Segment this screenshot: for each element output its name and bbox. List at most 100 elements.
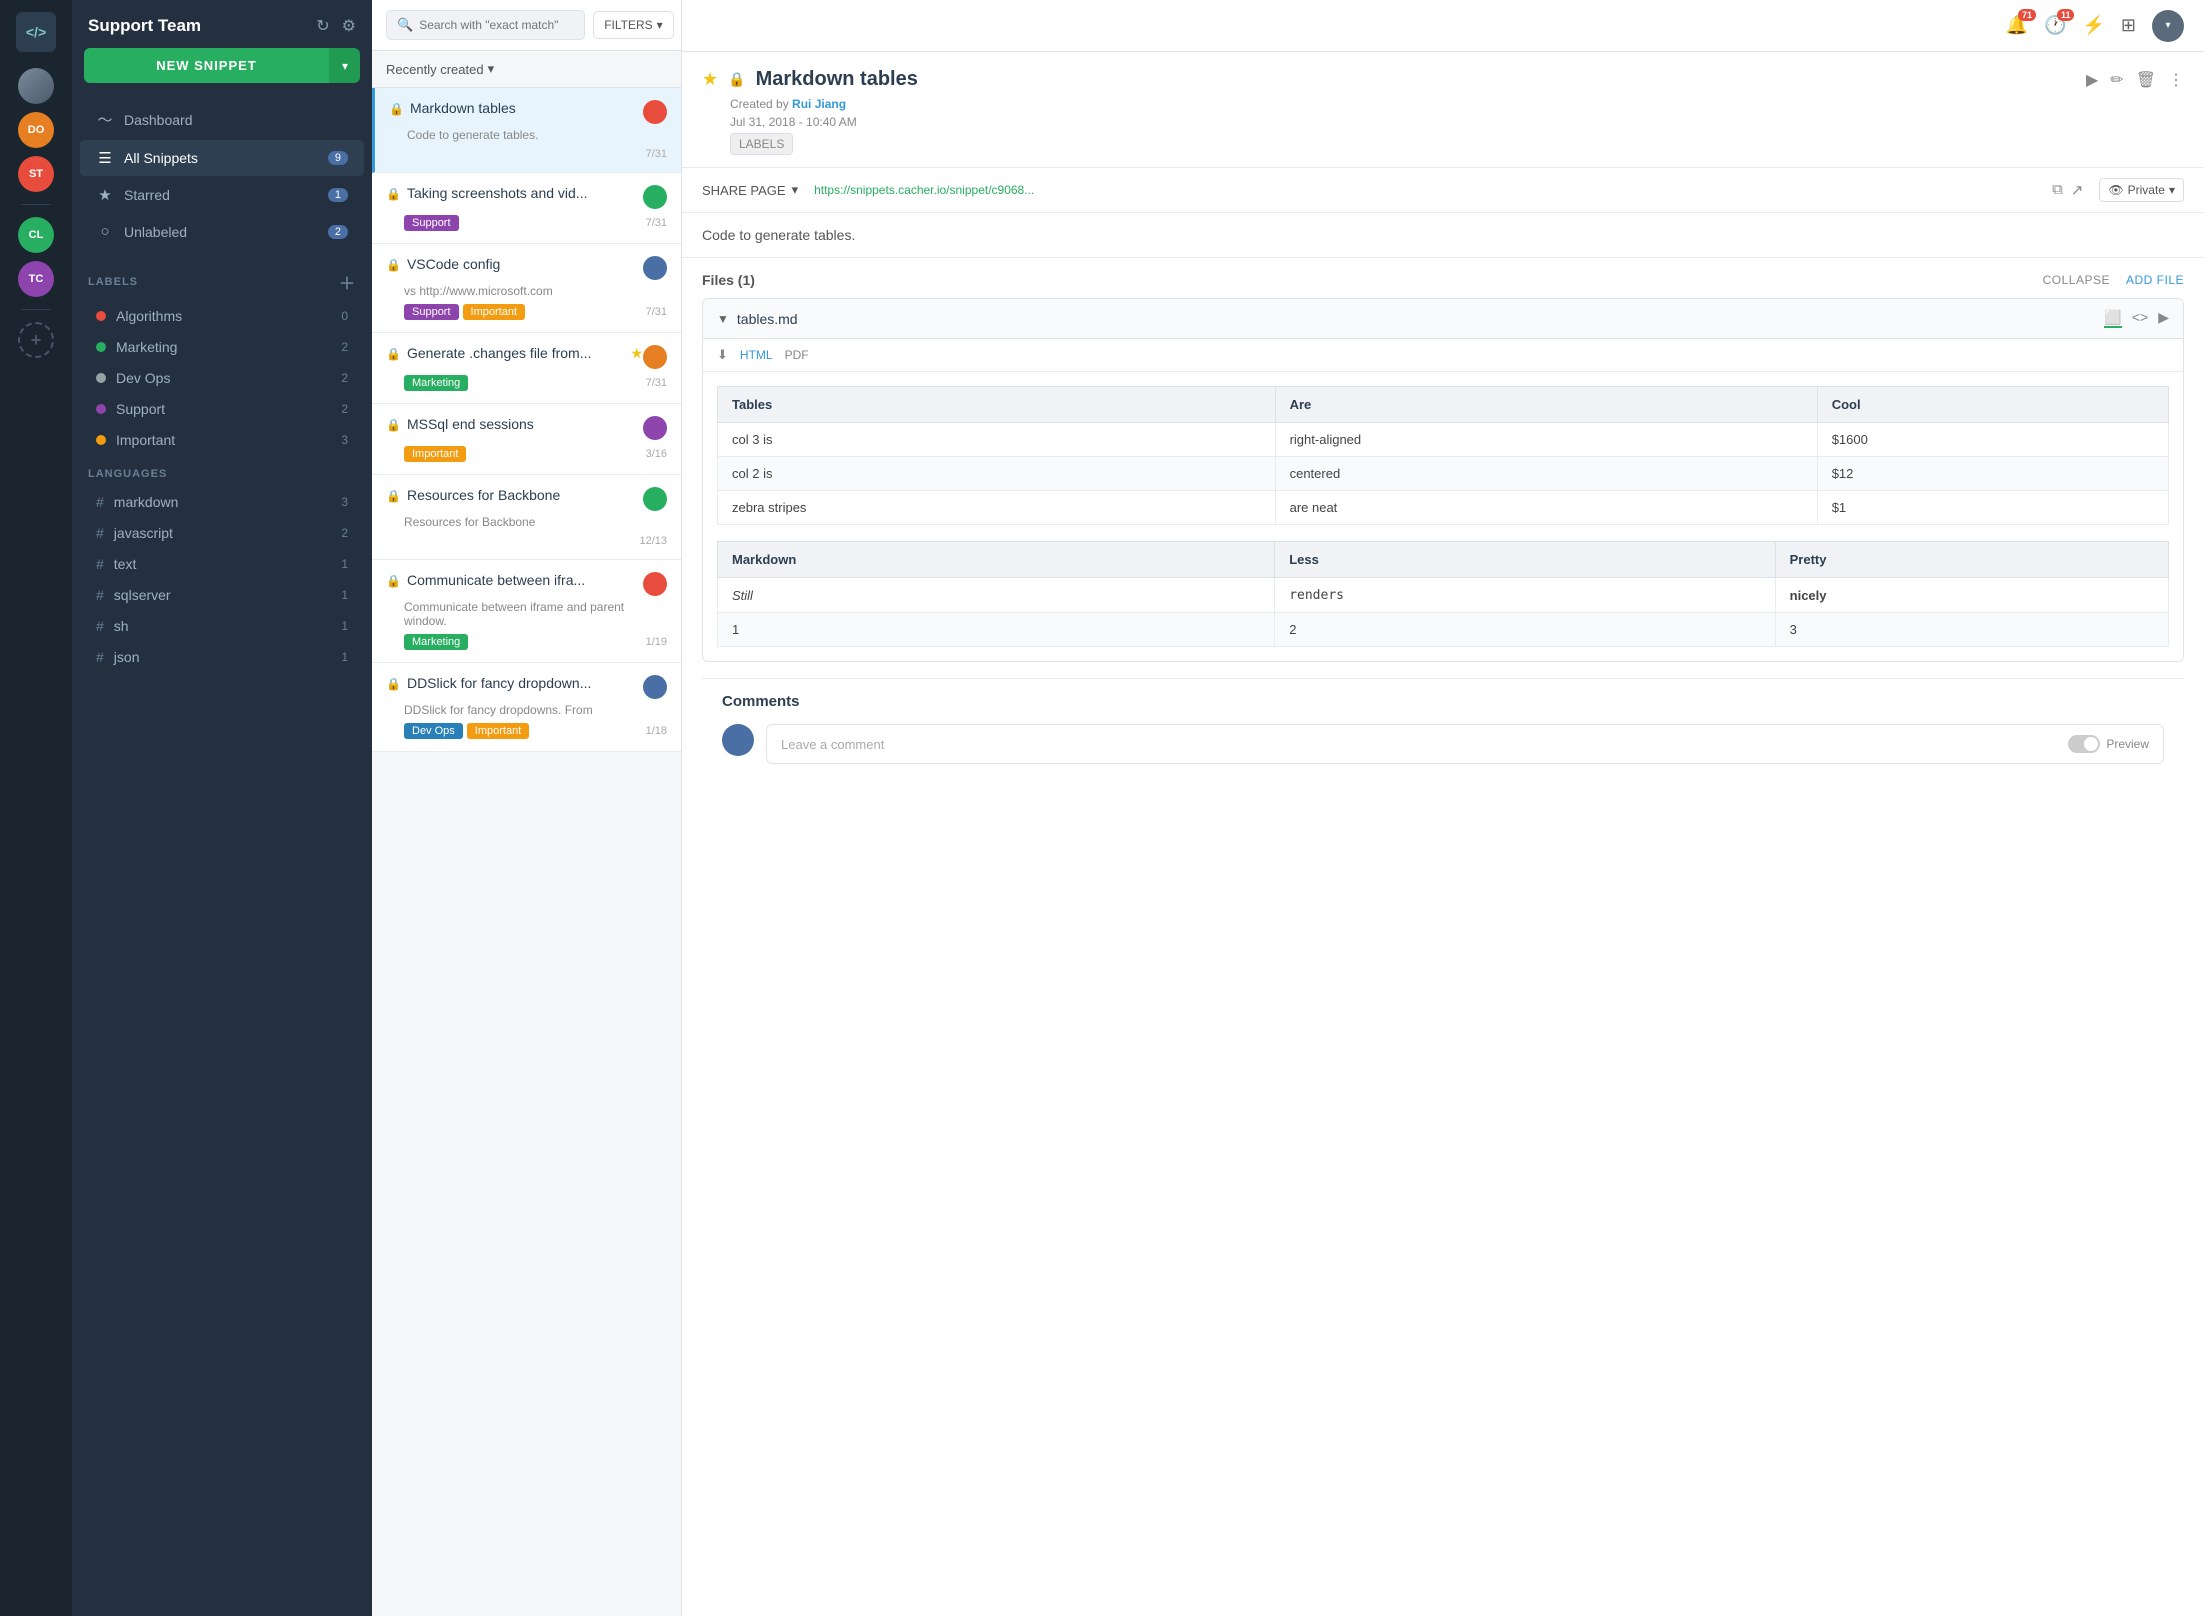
table-cell: nicely: [1775, 578, 2168, 613]
comment-input-box[interactable]: Leave a comment Preview: [766, 724, 2164, 764]
edit-icon[interactable]: ✏: [2110, 70, 2123, 90]
tag: Important: [467, 723, 529, 739]
preview-toggle-switch[interactable]: [2068, 735, 2100, 753]
table-row: col 3 is right-aligned $1600: [718, 423, 2169, 457]
copy-icon[interactable]: ⧉: [2052, 181, 2063, 199]
snippet-item[interactable]: 🔒 VSCode config vs http://www.microsoft.…: [372, 244, 681, 333]
star-icon: ★: [630, 345, 643, 362]
sidebar-item-unlabeled[interactable]: ○ Unlabeled 2: [80, 214, 364, 249]
eye-icon: 👁: [2108, 183, 2123, 197]
clock-badge: 11: [2057, 9, 2075, 21]
lang-count: 1: [341, 588, 348, 602]
snippet-item[interactable]: 🔒 Resources for Backbone Resources for B…: [372, 475, 681, 560]
avatar-cl[interactable]: CL: [18, 217, 54, 253]
table-cell: $1: [1817, 491, 2168, 525]
file-header: ▼ tables.md ⬜ <> ▶: [703, 299, 2183, 339]
activity-icon[interactable]: 🔔 71: [2006, 15, 2028, 36]
tag: Marketing: [404, 634, 468, 650]
lang-name: markdown: [114, 494, 332, 510]
snippet-item[interactable]: 🔒 MSSql end sessions Important 3/16: [372, 404, 681, 475]
table-cell: $1600: [1817, 423, 2168, 457]
table-cell: 3: [1775, 613, 2168, 647]
table-cell: $12: [1817, 457, 2168, 491]
snippet-item[interactable]: 🔒 Markdown tables Code to generate table…: [372, 88, 681, 173]
code-icon[interactable]: <>: [2132, 309, 2148, 328]
all-snippets-count: 9: [328, 151, 348, 165]
lock-icon: 🔒: [386, 677, 401, 691]
detail-star-icon[interactable]: ★: [702, 69, 718, 90]
add-team-button[interactable]: +: [18, 322, 54, 358]
sidebar-item-starred[interactable]: ★ Starred 1: [80, 177, 364, 213]
lang-item-markdown[interactable]: # markdown 3: [80, 487, 364, 517]
dashboard-icon: 〜: [96, 109, 114, 130]
label-item-support[interactable]: Support 2: [80, 394, 364, 424]
snippet-date: 7/31: [646, 217, 667, 229]
avatar-st[interactable]: ST: [18, 156, 54, 192]
detail-datetime: Jul 31, 2018 - 10:40 AM: [730, 115, 2184, 129]
snippet-item[interactable]: ★ 🔒 Generate .changes file from... Marke…: [372, 333, 681, 404]
settings-icon[interactable]: ⚙: [342, 16, 356, 36]
file-chevron-icon[interactable]: ▼: [717, 312, 729, 326]
more-icon[interactable]: ⋮: [2168, 70, 2184, 90]
download-icon[interactable]: ⬇: [717, 347, 728, 363]
preview-icon[interactable]: ⬜: [2104, 309, 2121, 328]
lang-item-sh[interactable]: # sh 1: [80, 611, 364, 641]
new-snippet-dropdown-button[interactable]: ▾: [329, 48, 360, 83]
run-icon[interactable]: ▶: [2158, 309, 2169, 328]
main-avatar[interactable]: [18, 68, 54, 104]
languages-section-header: LANGUAGES: [72, 456, 372, 486]
labels-header-text: LABELS: [88, 276, 138, 288]
lang-item-sqlserver[interactable]: # sqlserver 1: [80, 580, 364, 610]
open-link-icon[interactable]: ↗: [2071, 181, 2084, 199]
feed-icon[interactable]: ⚡: [2082, 15, 2104, 36]
lang-item-javascript[interactable]: # javascript 2: [80, 518, 364, 548]
label-item-algorithms[interactable]: Algorithms 0: [80, 301, 364, 331]
search-input[interactable]: [419, 18, 574, 32]
label-item-marketing[interactable]: Marketing 2: [80, 332, 364, 362]
pdf-download-link[interactable]: PDF: [785, 348, 809, 362]
delete-icon[interactable]: 🗑: [2136, 70, 2156, 90]
snippet-item[interactable]: 🔒 DDSlick for fancy dropdown... DDSlick …: [372, 663, 681, 752]
download-row: ⬇ HTML PDF: [703, 339, 2183, 372]
grid-icon[interactable]: ⊞: [2121, 15, 2136, 36]
filters-button[interactable]: FILTERS ▾: [593, 11, 673, 39]
label-item-important[interactable]: Important 3: [80, 425, 364, 455]
filters-label: FILTERS: [604, 18, 652, 32]
play-icon[interactable]: ▶: [2086, 70, 2098, 90]
new-snippet-container: NEW SNIPPET ▾: [84, 48, 360, 83]
table-cell: Still: [718, 578, 1275, 613]
snippet-item[interactable]: 🔒 Communicate between ifra... Communicat…: [372, 560, 681, 663]
refresh-icon[interactable]: ↻: [316, 16, 329, 36]
user-avatar[interactable]: ▾: [2152, 10, 2184, 42]
add-label-button[interactable]: ＋: [339, 270, 356, 294]
add-file-button[interactable]: ADD FILE: [2126, 273, 2184, 287]
share-label: SHARE PAGE: [702, 183, 786, 198]
support-dot: [96, 404, 106, 414]
clock-icon[interactable]: 🕐 11: [2044, 15, 2066, 36]
collapse-button[interactable]: COLLAPSE: [2043, 273, 2110, 287]
avatar-do[interactable]: DO: [18, 112, 54, 148]
sort-header[interactable]: Recently created ▾: [372, 51, 681, 88]
lang-item-text[interactable]: # text 1: [80, 549, 364, 579]
lang-item-json[interactable]: # json 1: [80, 642, 364, 672]
sidebar-item-dashboard[interactable]: 〜 Dashboard: [80, 100, 364, 139]
table-divider: [717, 525, 2169, 541]
snippet-item[interactable]: 🔒 Taking screenshots and vid... Support …: [372, 173, 681, 244]
html-download-link[interactable]: HTML: [740, 348, 773, 362]
lang-name: sqlserver: [114, 587, 332, 603]
file-view-actions: ⬜ <> ▶: [2104, 309, 2169, 328]
markdown-table-2: Markdown Less Pretty Still renders nicel…: [717, 541, 2169, 647]
star-icon: ★: [96, 186, 114, 204]
lock-icon: 🔒: [386, 418, 401, 432]
snippet-date: 3/16: [646, 448, 667, 460]
sidebar-item-all-snippets[interactable]: ☰ All Snippets 9: [80, 140, 364, 176]
labels-button[interactable]: LABELS: [730, 133, 793, 155]
private-button[interactable]: 👁 Private ▾: [2099, 178, 2184, 202]
avatar-tc[interactable]: TC: [18, 261, 54, 297]
label-item-devops[interactable]: Dev Ops 2: [80, 363, 364, 393]
share-page-button[interactable]: SHARE PAGE ▾: [702, 182, 798, 198]
new-snippet-button[interactable]: NEW SNIPPET: [84, 48, 329, 83]
label-name: Important: [116, 432, 331, 448]
share-url[interactable]: https://snippets.cacher.io/snippet/c9068…: [814, 183, 2036, 197]
icon-bar: </> DO ST CL TC +: [0, 0, 72, 1616]
